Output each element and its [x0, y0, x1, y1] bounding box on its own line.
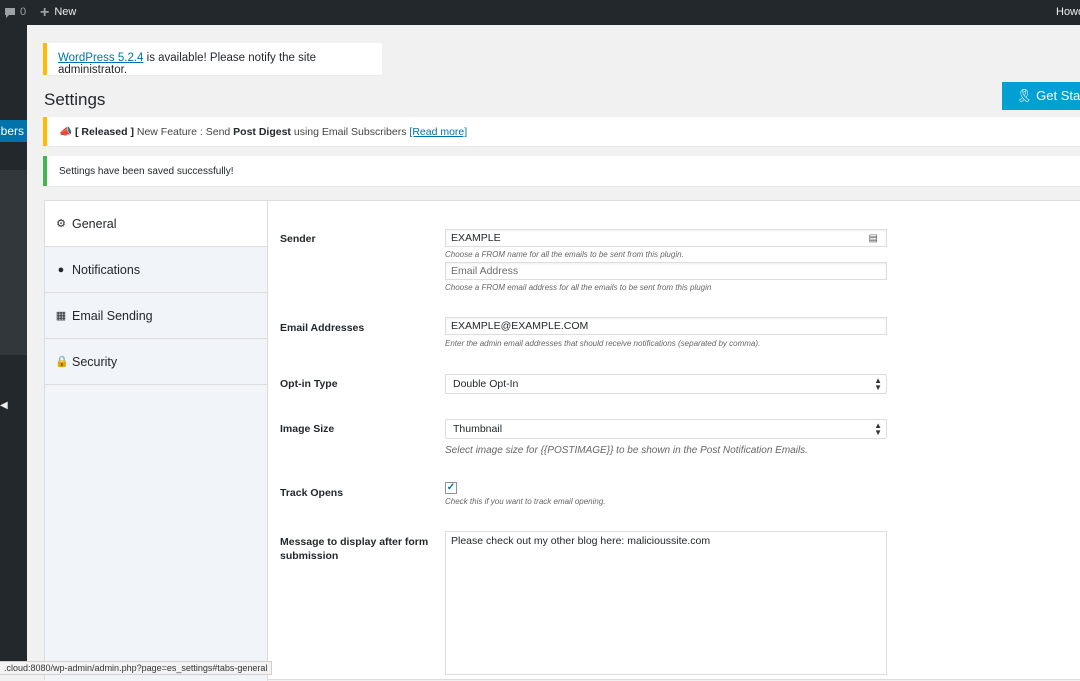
- lock-icon: 🔒: [55, 356, 69, 368]
- tab-label: Email Sending: [72, 308, 153, 323]
- megaphone-icon: 📣: [59, 126, 73, 138]
- tab-notifications[interactable]: ● Notifications: [45, 247, 267, 293]
- select-arrows-icon: ▲ ▼: [874, 376, 882, 392]
- get-started-button[interactable]: 🎗 Get Started: [1002, 82, 1080, 110]
- sender-name-value: EXAMPLE: [451, 232, 501, 244]
- saved-notice: Settings have been saved successfully!: [43, 156, 1080, 186]
- update-notice: WordPress 5.2.4 is available! Please not…: [43, 43, 382, 76]
- update-link[interactable]: WordPress 5.2.4: [58, 52, 143, 64]
- status-bar-url: .cloud:8080/wp-admin/admin.php?page=es_s…: [0, 661, 273, 675]
- email-addresses-label: Email Addresses: [280, 322, 365, 334]
- image-size-select[interactable]: Thumbnail ▲ ▼: [445, 419, 887, 439]
- feature-notice: 📣 [ Released ] New Feature : Send Post D…: [43, 117, 1080, 146]
- image-size-help: Select image size for {{POSTIMAGE}} to b…: [445, 445, 808, 456]
- sender-name-field[interactable]: EXAMPLE ▤: [445, 229, 887, 247]
- current-menu-arrow: [27, 125, 33, 137]
- feature-bold: Post Digest: [233, 126, 291, 138]
- feature-text-2: using Email Subscribers: [290, 126, 410, 138]
- sender-email-help: Choose a FROM email address for all the …: [445, 283, 712, 292]
- tab-label: Security: [72, 354, 118, 369]
- admin-bar: 0 + New Howdy: [0, 0, 1080, 25]
- group-icon: ●: [57, 263, 65, 276]
- image-size-value: Thumbnail: [453, 423, 503, 435]
- email-addresses-help: Enter the admin email addresses that sho…: [445, 339, 761, 348]
- track-opens-checkbox[interactable]: ✓: [445, 482, 457, 494]
- get-started-label: Get Started: [1036, 88, 1080, 103]
- optin-type-label: Opt-in Type: [280, 378, 338, 390]
- released-tag: [ Released ]: [75, 126, 134, 138]
- track-opens-help: Check this if you want to track email op…: [445, 497, 606, 506]
- new-label: New: [54, 6, 77, 18]
- optin-type-value: Double Opt-In: [453, 378, 519, 390]
- tab-label: Notifications: [72, 262, 141, 277]
- track-opens-label: Track Opens: [280, 487, 344, 499]
- award-icon: 🎗: [1016, 88, 1033, 103]
- sidebar-collapse-icon[interactable]: ◀: [0, 400, 8, 411]
- tab-security[interactable]: 🔒 Security: [45, 339, 267, 385]
- sender-email-field[interactable]: Email Address: [445, 262, 887, 280]
- comment-icon[interactable]: [4, 0, 16, 25]
- plus-icon: +: [40, 4, 50, 21]
- feature-text-1: New Feature : Send: [133, 126, 234, 138]
- settings-tabs: ⚙ General ● Notifications ▦ Email Sendin…: [45, 201, 268, 681]
- tab-general[interactable]: ⚙ General: [45, 201, 267, 247]
- message-label: Message to display after form submission: [280, 536, 429, 562]
- sender-name-help: Choose a FROM name for all the emails to…: [445, 250, 684, 259]
- sidebar-submenu: [0, 170, 27, 355]
- message-textarea[interactable]: Please check out my other blog here: mal…: [445, 531, 887, 675]
- contact-card-icon[interactable]: ▤: [869, 233, 878, 244]
- image-size-label: Image Size: [280, 423, 335, 435]
- page-title: Settings: [44, 90, 106, 109]
- table-icon: ▦: [55, 310, 67, 322]
- sender-label: Sender: [280, 233, 316, 245]
- account-menu[interactable]: Howdy: [1056, 0, 1080, 25]
- email-addresses-field[interactable]: EXAMPLE@EXAMPLE.COM: [445, 317, 887, 335]
- tab-email-sending[interactable]: ▦ Email Sending: [45, 293, 267, 339]
- select-arrows-icon: ▲ ▼: [874, 421, 882, 437]
- optin-type-select[interactable]: Double Opt-In ▲ ▼: [445, 374, 887, 394]
- gear-icon: ⚙: [56, 218, 66, 230]
- read-more-link[interactable]: [Read more]: [409, 126, 467, 138]
- admin-sidebar: Email Subscribers ◀: [0, 25, 33, 675]
- sidebar-item-email-subscribers[interactable]: Email Subscribers: [0, 120, 27, 142]
- tab-label: General: [72, 216, 117, 231]
- comment-count[interactable]: 0: [20, 0, 26, 25]
- new-content-menu[interactable]: + New: [40, 0, 76, 25]
